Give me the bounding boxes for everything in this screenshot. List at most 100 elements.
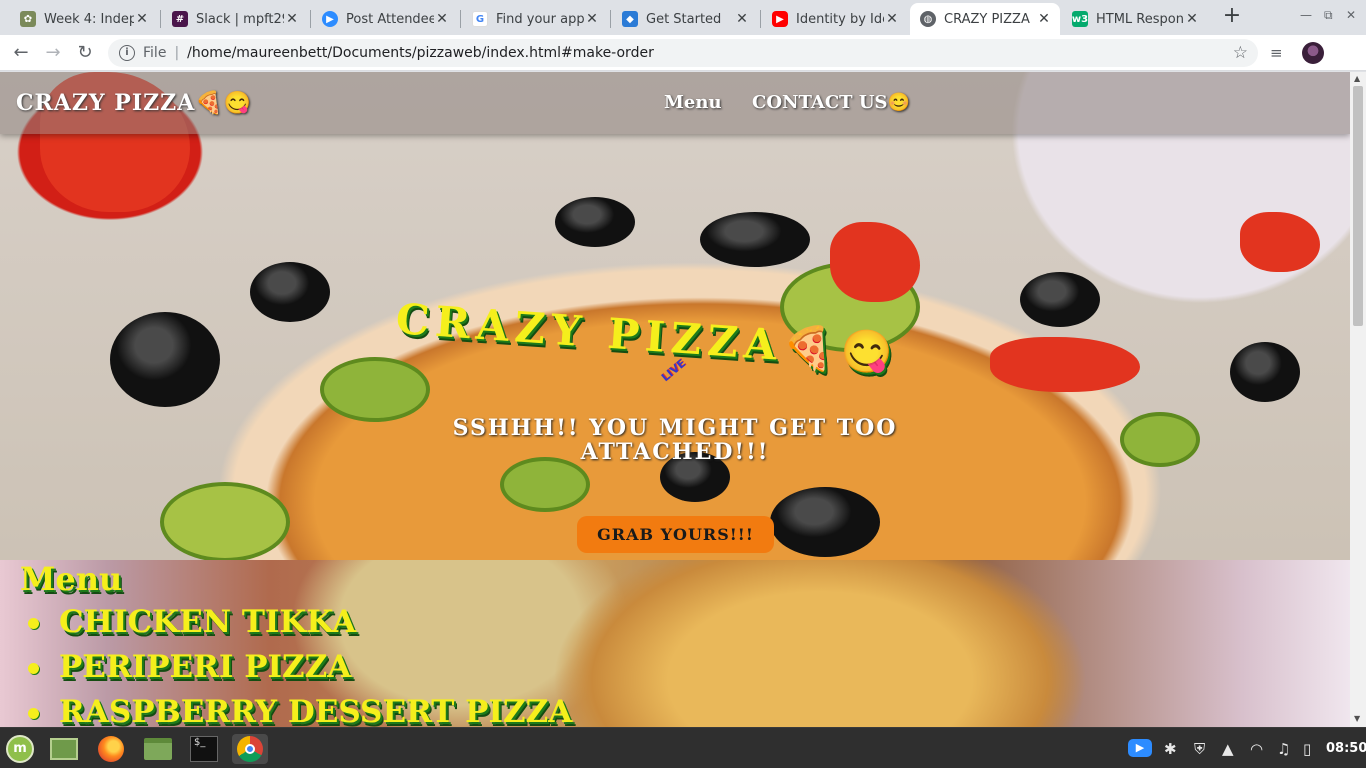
reload-icon[interactable]: ↻	[73, 41, 97, 65]
restore-icon[interactable]: ⧉	[1324, 8, 1333, 23]
close-icon[interactable]: ✕	[134, 11, 150, 27]
chrome-icon[interactable]	[232, 734, 268, 764]
bullet-icon	[28, 618, 39, 629]
hero-subtitle: SSHHH!! YOU MIGHT GET TOO ATTACHED!!!	[452, 415, 898, 465]
avatar[interactable]	[1302, 42, 1324, 64]
tab-slack[interactable]: # Slack | mpft29 ✕	[162, 3, 308, 35]
tab-divider	[610, 10, 611, 28]
olive-shape	[1020, 272, 1100, 327]
firefox-icon[interactable]	[96, 734, 126, 764]
close-icon[interactable]: ✕	[1184, 11, 1200, 27]
menu-item: PERIPERI PIZZA	[28, 649, 351, 685]
sound-icon[interactable]: ♫	[1277, 740, 1290, 758]
site-brand[interactable]: CRAZY PIZZA🍕😋	[16, 90, 252, 116]
close-window-icon[interactable]: ✕	[1346, 8, 1356, 22]
bullet-icon	[28, 663, 39, 674]
tab-title: Post Attendee	[346, 11, 434, 27]
tab-title: HTML Respons	[1096, 11, 1184, 27]
close-icon[interactable]: ✕	[884, 11, 900, 27]
taskbar-clock[interactable]: 08:50	[1326, 741, 1366, 756]
tab-title: Find your app	[496, 11, 584, 27]
tomato-shape	[1240, 212, 1320, 272]
menu-item: CHICKEN TIKKA	[28, 604, 356, 640]
menu-item-label: PERIPERI PIZZA	[59, 649, 352, 685]
desktop-icon[interactable]	[49, 734, 79, 764]
tab-divider	[460, 10, 461, 28]
globe-icon: ◍	[920, 11, 936, 27]
pepper-shape	[160, 482, 290, 560]
olive-shape	[770, 487, 880, 557]
battery-icon[interactable]: ▯	[1303, 740, 1311, 758]
close-icon[interactable]: ✕	[1036, 11, 1052, 27]
menu-heading: Menu	[20, 560, 123, 598]
tab-title: Week 4: Indepe	[44, 11, 134, 27]
os-taskbar: m $_ ▶ ✱ ⛨ ▲ ◠ ♫ ▯ 08:50	[0, 727, 1366, 768]
olive-shape	[1230, 342, 1300, 402]
terminal-icon[interactable]: $_	[189, 734, 219, 764]
back-icon[interactable]: ←	[9, 41, 33, 65]
google-icon: G	[472, 11, 488, 27]
vertical-scrollbar[interactable]: ▲ ▼	[1350, 72, 1366, 727]
tab-identity[interactable]: ▶ Identity by Ider ✕	[762, 3, 908, 35]
pepper-shape	[1120, 412, 1200, 467]
tab-divider	[160, 10, 161, 28]
tab-crazy-pizza[interactable]: ◍ CRAZY PIZZA ✕	[910, 3, 1060, 35]
menu-item-label: RASPBERRY DESSERT PIZZA	[59, 694, 573, 727]
page-viewport: CRAZY PIZZA🍕😋 Menu CONTACT US😊 CRAZY PIZ…	[0, 72, 1350, 727]
tomato-shape	[990, 337, 1140, 392]
mint-menu-icon[interactable]: m	[5, 734, 35, 764]
pepper-shape	[320, 357, 430, 422]
tab-strip: ✿ Week 4: Indepe ✕ # Slack | mpft29 ✕ ▶ …	[0, 0, 1366, 35]
close-icon[interactable]: ✕	[584, 11, 600, 27]
forward-icon[interactable]: →	[41, 41, 65, 65]
browser-toolbar: ← → ↻ i File | /home/maureenbett/Documen…	[0, 35, 1366, 71]
tab-html-responsive[interactable]: w3 HTML Respons ✕	[1062, 3, 1208, 35]
tab-get-started[interactable]: ◆ Get Started ✕	[612, 3, 758, 35]
address-scheme: File	[143, 45, 167, 61]
tab-divider	[760, 10, 761, 28]
tab-post-attendee[interactable]: ▶ Post Attendee ✕	[312, 3, 458, 35]
files-icon[interactable]	[143, 734, 173, 764]
address-bar[interactable]: i File | /home/maureenbett/Documents/piz…	[108, 39, 1258, 67]
info-icon[interactable]: i	[119, 45, 135, 61]
tomato-shape	[830, 222, 920, 302]
scroll-down-icon[interactable]: ▼	[1354, 714, 1360, 723]
olive-shape	[250, 262, 330, 322]
address-url[interactable]: /home/maureenbett/Documents/pizzaweb/ind…	[187, 45, 654, 61]
new-tab-button[interactable]: +	[1220, 5, 1244, 29]
grab-yours-button[interactable]: GRAB YOURS!!!	[577, 516, 774, 553]
bluetooth-icon[interactable]: ✱	[1164, 740, 1177, 758]
zoom-tray-icon[interactable]: ▶	[1128, 739, 1152, 757]
warning-icon[interactable]: ▲	[1222, 740, 1234, 758]
close-icon[interactable]: ✕	[284, 11, 300, 27]
close-icon[interactable]: ✕	[734, 11, 750, 27]
tab-title: Get Started	[646, 11, 722, 27]
code-icon: ◆	[622, 11, 638, 27]
pepper-shape	[500, 457, 590, 512]
olive-shape	[110, 312, 220, 407]
menu-section: Menu CHICKEN TIKKA PERIPERI PIZZA RASPBE…	[0, 560, 1350, 727]
tab-title: Slack | mpft29	[196, 11, 284, 27]
w3-icon: w3	[1072, 11, 1088, 27]
bullet-icon	[28, 708, 39, 719]
scroll-up-icon[interactable]: ▲	[1354, 74, 1360, 83]
zoom-icon: ▶	[322, 11, 338, 27]
leaf-icon: ✿	[20, 11, 36, 27]
tab-week4[interactable]: ✿ Week 4: Indepe ✕	[10, 3, 158, 35]
tab-find-your-app[interactable]: G Find your app ✕	[462, 3, 608, 35]
slack-icon: #	[172, 11, 188, 27]
address-divider: |	[174, 45, 180, 61]
minimize-icon[interactable]: —	[1300, 8, 1312, 22]
wifi-icon[interactable]: ◠	[1250, 740, 1263, 758]
close-icon[interactable]: ✕	[434, 11, 450, 27]
menu-item-label: CHICKEN TIKKA	[59, 604, 357, 640]
olive-shape	[700, 212, 810, 267]
media-queue-icon[interactable]: ≡	[1270, 44, 1283, 62]
scrollbar-thumb[interactable]	[1353, 86, 1363, 326]
shield-icon[interactable]: ⛨	[1194, 740, 1205, 758]
nav-link-menu[interactable]: Menu	[664, 92, 722, 113]
site-navbar: CRAZY PIZZA🍕😋 Menu CONTACT US😊	[0, 72, 1350, 134]
nav-link-contact[interactable]: CONTACT US😊	[752, 92, 910, 113]
bookmark-star-icon[interactable]: ☆	[1233, 43, 1248, 63]
tab-divider	[310, 10, 311, 28]
